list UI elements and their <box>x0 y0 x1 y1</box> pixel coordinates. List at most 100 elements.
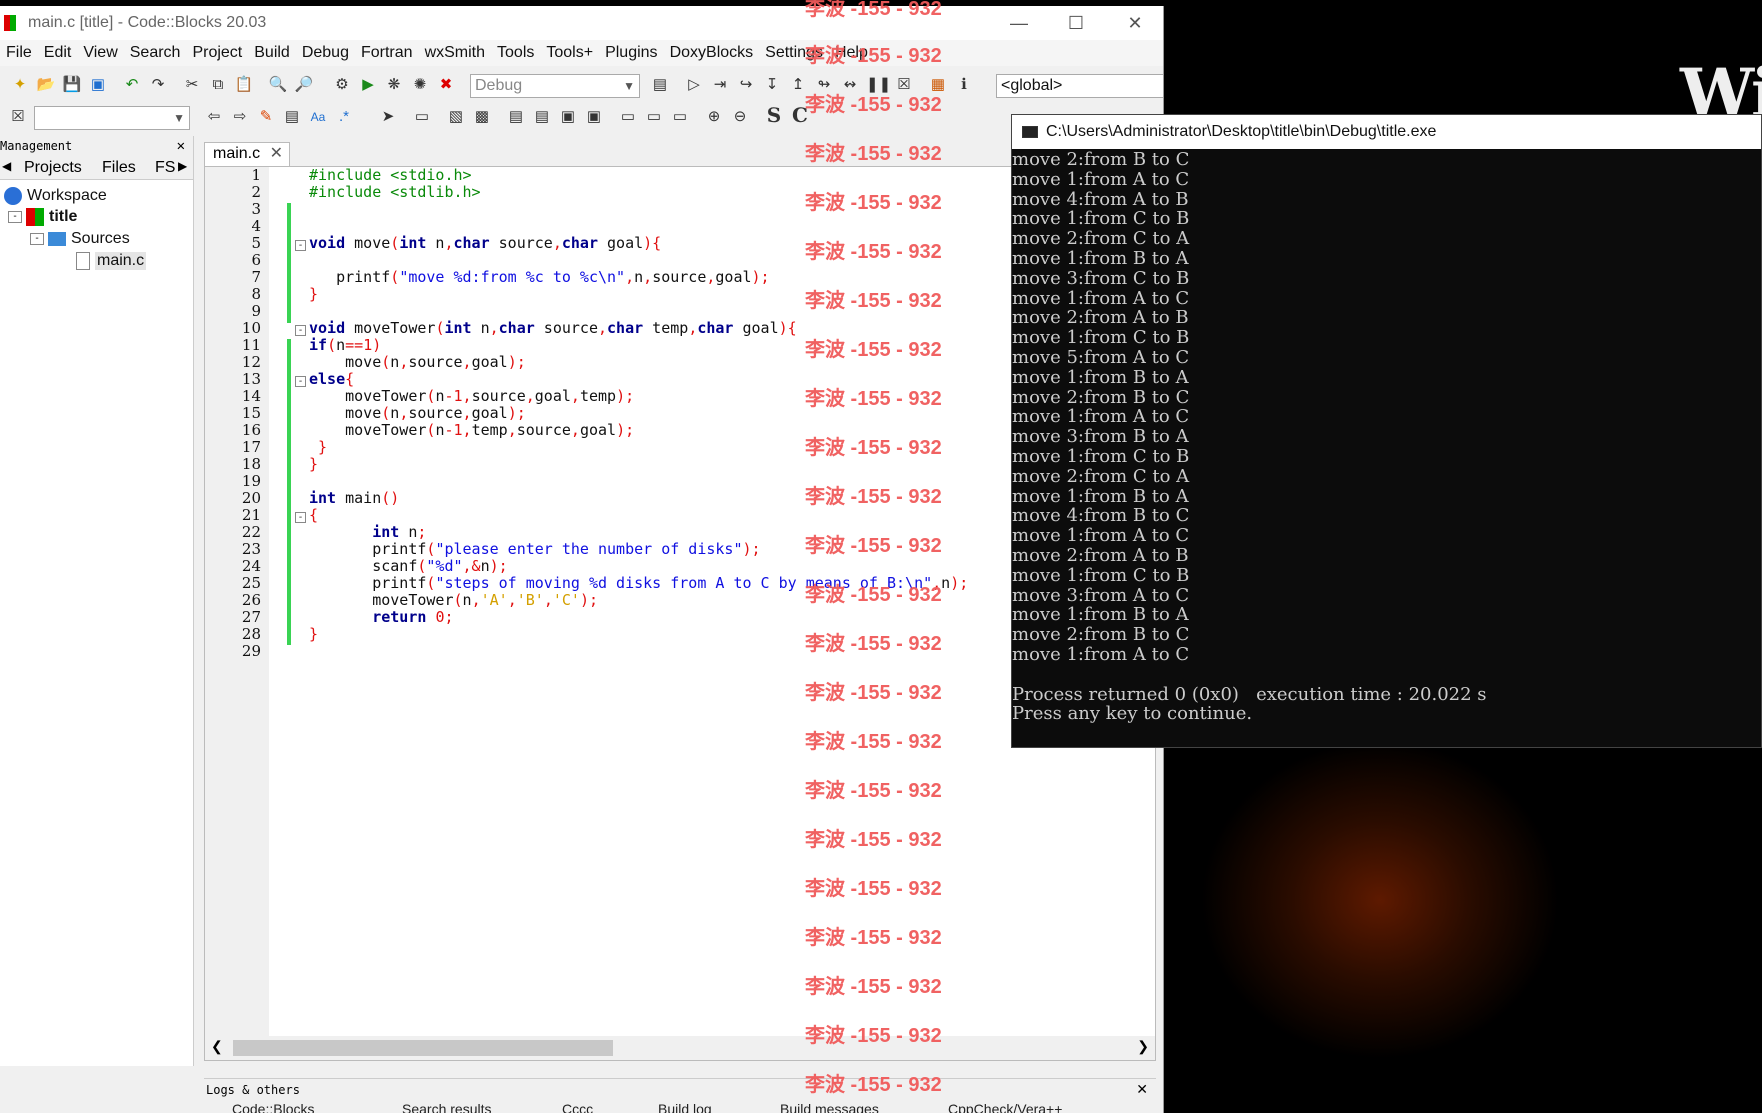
watermark-text: 李波 -155 - 932 <box>805 94 942 116</box>
grid-icon[interactable]: ▧ <box>446 107 466 127</box>
debug-run-icon[interactable]: ▷ <box>684 75 704 95</box>
find-icon[interactable]: 🔍 <box>268 75 288 95</box>
back-icon[interactable]: ⇦ <box>204 107 224 127</box>
log-tab-build-log[interactable]: Build log <box>658 1101 712 1113</box>
log-tab-codeblocks[interactable]: Code::Blocks <box>232 1101 314 1113</box>
close-icon[interactable]: ✕ <box>270 143 283 165</box>
clear-search-icon[interactable]: ☒ <box>8 107 28 127</box>
menu-wxsmith[interactable]: wxSmith <box>419 44 491 62</box>
diagonal-grid-icon[interactable]: ▩ <box>472 107 492 127</box>
paste-icon[interactable]: 📋 <box>234 75 254 95</box>
zoom-out-icon[interactable]: ⊖ <box>730 107 750 127</box>
tree-project[interactable]: - title <box>8 208 77 226</box>
code-search-input[interactable]: ▼ <box>34 106 190 130</box>
log-tab-search-results[interactable]: Search results <box>402 1101 491 1113</box>
s-symbol-icon[interactable]: S <box>764 105 784 125</box>
menu-tools[interactable]: Tools <box>491 44 540 62</box>
undo-icon[interactable]: ↶ <box>122 75 142 95</box>
console-line: Process returned 0 (0x0) execution time … <box>1012 683 1487 705</box>
tab-fs[interactable]: FS <box>155 159 175 177</box>
shape-2-icon[interactable]: ▭ <box>644 107 664 127</box>
menu-fortran[interactable]: Fortran <box>355 44 419 62</box>
forward-icon[interactable]: ⇨ <box>230 107 250 127</box>
tab-main-c[interactable]: main.c ✕ <box>204 142 290 166</box>
layout-3-icon[interactable]: ▣ <box>558 107 578 127</box>
pointer-icon[interactable]: ➤ <box>378 107 398 127</box>
fold-toggle-icon[interactable]: - <box>295 325 306 336</box>
fold-toggle-icon[interactable]: - <box>295 512 306 523</box>
minimize-button[interactable]: — <box>990 6 1048 40</box>
maximize-button[interactable]: ☐ <box>1047 6 1105 40</box>
rectangle-icon[interactable]: ▭ <box>412 107 432 127</box>
run-icon[interactable]: ▶ <box>358 75 378 95</box>
tree-sources-folder[interactable]: - Sources <box>30 230 130 248</box>
save-all-icon[interactable]: ▣ <box>88 75 108 95</box>
line-number: 21 <box>241 506 261 524</box>
collapse-icon[interactable]: - <box>8 211 22 223</box>
menu-tools-plus[interactable]: Tools+ <box>540 44 599 62</box>
menu-search[interactable]: Search <box>124 44 187 62</box>
run-to-cursor-icon[interactable]: ⇥ <box>710 75 730 95</box>
copy-icon[interactable]: ⧉ <box>208 75 228 95</box>
tab-scroll-right-icon[interactable]: ▶ <box>178 159 187 173</box>
console-titlebar[interactable]: C:\Users\Administrator\Desktop\title\bin… <box>1012 115 1761 149</box>
target-options-icon[interactable]: ▤ <box>650 75 670 95</box>
menu-debug[interactable]: Debug <box>296 44 355 62</box>
console-window[interactable]: C:\Users\Administrator\Desktop\title\bin… <box>1011 114 1762 748</box>
menu-project[interactable]: Project <box>186 44 248 62</box>
menu-file[interactable]: File <box>0 44 38 62</box>
replace-icon[interactable]: 🔎 <box>294 75 314 95</box>
close-icon[interactable]: ✕ <box>177 136 185 156</box>
layout-1-icon[interactable]: ▤ <box>506 107 526 127</box>
log-tab-build-messages[interactable]: Build messages <box>780 1101 879 1113</box>
regex-icon[interactable]: .* <box>334 107 354 127</box>
log-tab-cppcheck[interactable]: CppCheck/Vera++ <box>948 1101 1062 1113</box>
scroll-right-icon[interactable]: ❯ <box>1137 1038 1149 1055</box>
fold-toggle-icon[interactable]: - <box>295 240 306 251</box>
next-line-icon[interactable]: ↪ <box>736 75 756 95</box>
close-icon[interactable]: ✕ <box>1136 1081 1148 1098</box>
close-button[interactable]: ✕ <box>1106 6 1163 40</box>
highlight-icon[interactable]: ✎ <box>256 107 276 127</box>
save-icon[interactable]: 💾 <box>62 75 82 95</box>
select-icon[interactable]: ▤ <box>282 107 302 127</box>
tree-workspace[interactable]: Workspace <box>4 187 107 205</box>
debug-info-icon[interactable]: ℹ <box>954 75 974 95</box>
shape-3-icon[interactable]: ▭ <box>670 107 690 127</box>
window-titlebar[interactable]: main.c [title] - Code::Blocks 20.03 — ☐ … <box>0 6 1163 40</box>
menu-doxyblocks[interactable]: DoxyBlocks <box>664 44 760 62</box>
scope-select[interactable]: <global> <box>996 74 1163 98</box>
line-number: 7 <box>251 268 261 286</box>
new-file-icon[interactable]: ✦ <box>10 75 30 95</box>
menu-bar: File Edit View Search Project Build Debu… <box>0 40 1163 66</box>
layout-4-icon[interactable]: ▣ <box>584 107 604 127</box>
tab-scroll-left-icon[interactable]: ◀ <box>2 159 11 173</box>
scrollbar-thumb[interactable] <box>233 1040 613 1056</box>
zoom-in-icon[interactable]: ⊕ <box>704 107 724 127</box>
console-line: move 1:from C to B <box>1012 327 1190 349</box>
build-gear-icon[interactable]: ⚙ <box>332 75 352 95</box>
font-icon[interactable]: Aa <box>308 107 328 127</box>
abort-icon[interactable]: ✖ <box>436 75 456 95</box>
tree-file-main-c[interactable]: main.c <box>76 252 147 270</box>
scroll-left-icon[interactable]: ❮ <box>211 1038 223 1055</box>
step-into-icon[interactable]: ↧ <box>762 75 782 95</box>
log-tab-cccc[interactable]: Cccc <box>562 1101 593 1113</box>
collapse-icon[interactable]: - <box>30 233 44 245</box>
open-file-icon[interactable]: 📂 <box>36 75 56 95</box>
horizontal-scrollbar[interactable]: ❮ ❯ <box>205 1036 1155 1060</box>
build-target-select[interactable]: Debug ▼ <box>470 74 640 98</box>
build-and-run-icon[interactable]: ❋ <box>384 75 404 95</box>
menu-view[interactable]: View <box>77 44 123 62</box>
menu-build[interactable]: Build <box>248 44 296 62</box>
shape-1-icon[interactable]: ▭ <box>618 107 638 127</box>
layout-2-icon[interactable]: ▤ <box>532 107 552 127</box>
tab-projects[interactable]: Projects <box>24 159 82 177</box>
redo-icon[interactable]: ↷ <box>148 75 168 95</box>
cut-icon[interactable]: ✂ <box>182 75 202 95</box>
menu-edit[interactable]: Edit <box>38 44 78 62</box>
fold-toggle-icon[interactable]: - <box>295 376 306 387</box>
menu-plugins[interactable]: Plugins <box>599 44 663 62</box>
tab-files[interactable]: Files <box>102 159 136 177</box>
rebuild-icon[interactable]: ✺ <box>410 75 430 95</box>
